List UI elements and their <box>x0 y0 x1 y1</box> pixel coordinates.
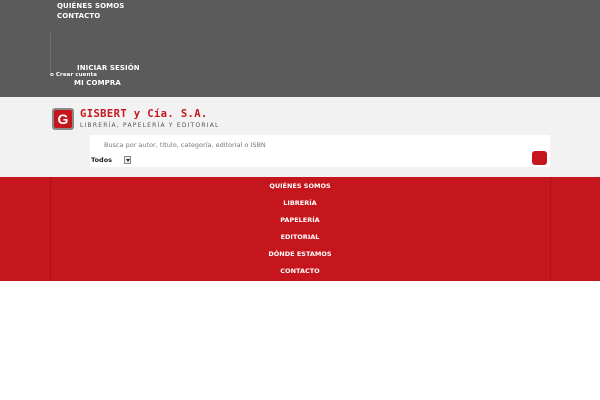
nav-item-papeleria[interactable]: PAPELERÍA <box>0 216 600 224</box>
nav-divider-left <box>50 177 51 281</box>
category-dropdown-icon[interactable] <box>124 156 131 164</box>
search-input[interactable] <box>104 139 404 151</box>
nav-item-quienes-somos[interactable]: QUIÉNES SOMOS <box>0 182 600 190</box>
logo-name: GISBERT y Cía. S.A. <box>80 108 208 120</box>
nav-item-editorial[interactable]: EDITORIAL <box>0 233 600 241</box>
cart-link[interactable]: MI COMPRA <box>74 79 121 87</box>
site-logo[interactable]: G GISBERT y Cía. S.A. LIBRERÍA, PAPELERÍ… <box>52 108 218 132</box>
top-divider <box>50 32 51 74</box>
search-box: Todos <box>90 135 550 167</box>
register-link[interactable]: o Crear cuenta <box>50 72 97 78</box>
nav-item-libreria[interactable]: LIBRERÍA <box>0 199 600 207</box>
nav-item-contacto[interactable]: CONTACTO <box>0 267 600 275</box>
top-link-quienes-somos[interactable]: QUIÉNES SOMOS <box>57 2 124 10</box>
header: G GISBERT y Cía. S.A. LIBRERÍA, PAPELERÍ… <box>0 97 600 177</box>
logo-mark-letter: G <box>54 110 72 128</box>
search-button[interactable] <box>532 151 547 165</box>
logo-mark-icon: G <box>52 108 74 130</box>
nav-item-donde-estamos[interactable]: DÓNDE ESTAMOS <box>0 250 600 258</box>
top-bar: QUIÉNES SOMOS CONTACTO INICIAR SESIÓN o … <box>0 0 600 97</box>
top-link-contacto[interactable]: CONTACTO <box>57 12 100 20</box>
nav-divider-right <box>550 177 551 281</box>
category-select-label[interactable]: Todos <box>91 156 112 164</box>
logo-tagline: LIBRERÍA, PAPELERÍA Y EDITORIAL <box>80 122 220 129</box>
main-nav: QUIÉNES SOMOS LIBRERÍA PAPELERÍA EDITORI… <box>0 177 600 281</box>
login-link[interactable]: INICIAR SESIÓN <box>77 64 140 72</box>
